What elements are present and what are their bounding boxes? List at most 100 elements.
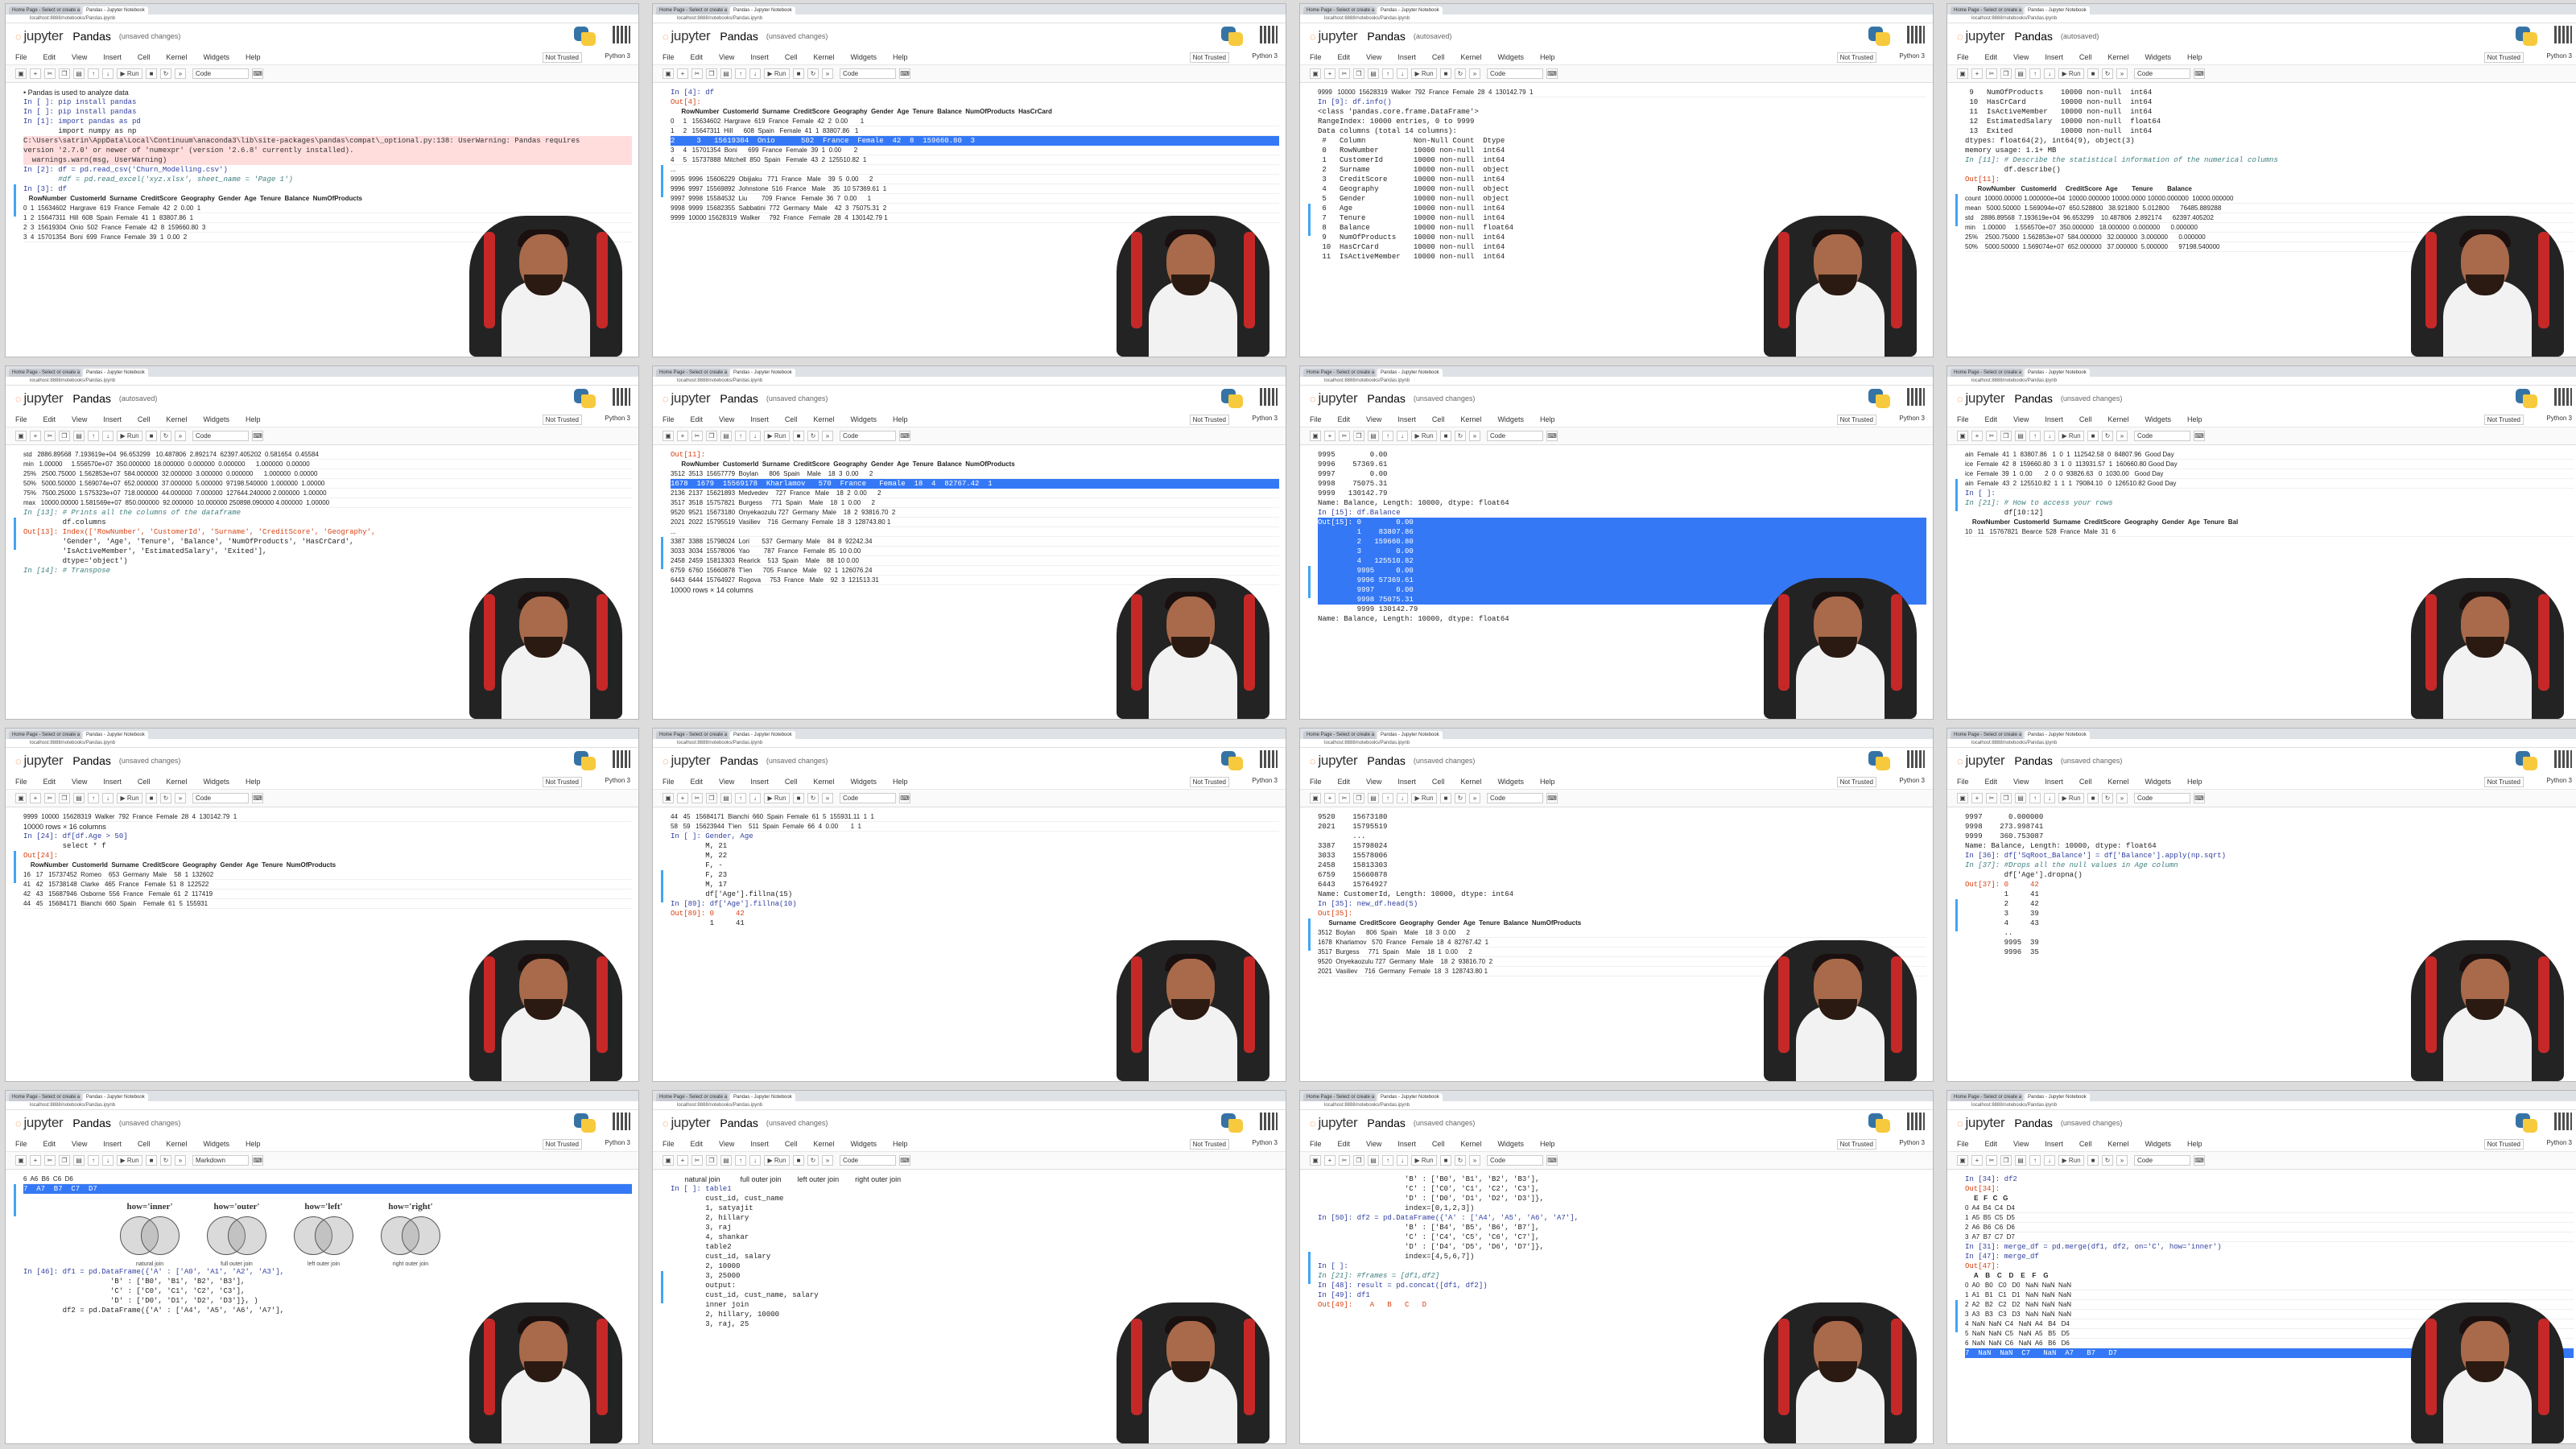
menu-help[interactable]: Help	[893, 1140, 908, 1148]
stop-icon[interactable]: ■	[793, 68, 804, 79]
jupyter-logo[interactable]: ◌ jupyter	[663, 753, 711, 769]
menu-edit[interactable]: Edit	[691, 778, 704, 786]
menu-help[interactable]: Help	[893, 53, 908, 61]
paste-icon[interactable]: ▤	[2015, 68, 2026, 79]
command-palette-icon[interactable]: ⌨	[899, 431, 910, 441]
address-bar[interactable]: localhost:8888/notebooks/Pandas.ipynb	[1300, 377, 1933, 386]
cut-icon[interactable]: ✂	[44, 793, 56, 803]
restart-icon[interactable]: ↻	[160, 1155, 171, 1166]
paste-icon[interactable]: ▤	[720, 793, 732, 803]
menu-view[interactable]: View	[719, 415, 734, 423]
paste-icon[interactable]: ▤	[73, 1155, 85, 1166]
save-icon[interactable]: ▣	[15, 68, 27, 79]
add-cell-icon[interactable]: +	[677, 1155, 688, 1166]
stop-icon[interactable]: ■	[1440, 68, 1451, 79]
paste-icon[interactable]: ▤	[1368, 68, 1379, 79]
restart-icon[interactable]: ↻	[2102, 793, 2113, 803]
save-icon[interactable]: ▣	[15, 431, 27, 441]
menu-file[interactable]: File	[15, 53, 27, 61]
browser-tab-home[interactable]: Home Page - Select or create a	[1303, 6, 1376, 14]
jupyter-logo[interactable]: ◌ jupyter	[663, 390, 711, 407]
not-trusted-badge[interactable]: Not Trusted	[542, 415, 582, 425]
jupyter-logo[interactable]: ◌ jupyter	[15, 1115, 64, 1131]
cut-icon[interactable]: ✂	[1986, 68, 1997, 79]
cell-type-select[interactable]: Code	[192, 793, 249, 803]
menu-cell[interactable]: Cell	[138, 415, 151, 423]
browser-tab-home[interactable]: Home Page - Select or create a	[9, 1093, 81, 1101]
menu-kernel[interactable]: Kernel	[166, 1140, 187, 1148]
restart-icon[interactable]: ↻	[2102, 431, 2113, 441]
move-up-icon[interactable]: ↑	[1382, 793, 1393, 803]
browser-tab-home[interactable]: Home Page - Select or create a	[656, 369, 729, 377]
cut-icon[interactable]: ✂	[691, 793, 703, 803]
move-up-icon[interactable]: ↑	[88, 68, 99, 79]
menu-help[interactable]: Help	[2187, 778, 2202, 786]
cell-type-select[interactable]: Code	[840, 1155, 896, 1166]
notebook-title[interactable]: Pandas	[72, 754, 110, 767]
jupyter-logo[interactable]: ◌ jupyter	[1957, 1115, 2005, 1131]
menu-widgets[interactable]: Widgets	[2145, 1140, 2171, 1148]
command-palette-icon[interactable]: ⌨	[252, 68, 263, 79]
menu-edit[interactable]: Edit	[1985, 415, 1998, 423]
command-palette-icon[interactable]: ⌨	[252, 431, 263, 441]
cut-icon[interactable]: ✂	[1339, 793, 1350, 803]
menu-cell[interactable]: Cell	[2079, 1140, 2092, 1148]
browser-tab-notebook[interactable]: Pandas - Jupyter Notebook	[1377, 1093, 1443, 1101]
run-button[interactable]: ▶ Run	[2058, 68, 2084, 79]
menu-kernel[interactable]: Kernel	[2107, 778, 2128, 786]
command-palette-icon[interactable]: ⌨	[2194, 793, 2205, 803]
cell-prompt-line[interactable]: In [31]: merge_df = pd.merge(df1, df2, o…	[1965, 1242, 2574, 1252]
move-down-icon[interactable]: ↓	[2044, 431, 2055, 441]
menu-help[interactable]: Help	[246, 53, 261, 61]
stop-icon[interactable]: ■	[146, 793, 157, 803]
browser-tab-notebook[interactable]: Pandas - Jupyter Notebook	[1377, 369, 1443, 377]
move-up-icon[interactable]: ↑	[88, 1155, 99, 1166]
paste-icon[interactable]: ▤	[720, 1155, 732, 1166]
add-cell-icon[interactable]: +	[1971, 431, 1983, 441]
menu-insert[interactable]: Insert	[1397, 53, 1416, 61]
move-down-icon[interactable]: ↓	[102, 793, 114, 803]
menu-kernel[interactable]: Kernel	[1460, 1140, 1481, 1148]
restart-icon[interactable]: ↻	[1455, 793, 1466, 803]
not-trusted-badge[interactable]: Not Trusted	[2483, 52, 2524, 63]
notebook-title[interactable]: Pandas	[1367, 392, 1405, 405]
move-down-icon[interactable]: ↓	[1397, 431, 1408, 441]
browser-tab-home[interactable]: Home Page - Select or create a	[1951, 6, 2023, 14]
save-icon[interactable]: ▣	[663, 431, 674, 441]
jupyter-logo[interactable]: ◌ jupyter	[663, 28, 711, 44]
cell-prompt-line[interactable]: In [46]: df1 = pd.DataFrame({'A' : ['A0'…	[23, 1267, 632, 1277]
cell-prompt-line[interactable]: In [24]: df[df.Age > 50]	[23, 832, 632, 841]
menu-kernel[interactable]: Kernel	[1460, 415, 1481, 423]
notebook-title[interactable]: Pandas	[720, 754, 758, 767]
fast-forward-icon[interactable]: »	[1469, 431, 1480, 441]
menu-view[interactable]: View	[719, 778, 734, 786]
paste-icon[interactable]: ▤	[2015, 431, 2026, 441]
notebook-title[interactable]: Pandas	[1367, 30, 1405, 43]
browser-tab-notebook[interactable]: Pandas - Jupyter Notebook	[83, 6, 148, 14]
address-bar[interactable]: localhost:8888/notebooks/Pandas.ipynb	[1947, 377, 2576, 386]
stop-icon[interactable]: ■	[2087, 431, 2099, 441]
cell-type-select[interactable]: Code	[840, 793, 896, 803]
cell-type-select[interactable]: Code	[1487, 68, 1543, 79]
move-up-icon[interactable]: ↑	[1382, 431, 1393, 441]
cut-icon[interactable]: ✂	[1986, 431, 1997, 441]
save-icon[interactable]: ▣	[1310, 1155, 1321, 1166]
jupyter-logo[interactable]: ◌ jupyter	[1957, 390, 2005, 407]
jupyter-logo[interactable]: ◌ jupyter	[1957, 28, 2005, 44]
copy-icon[interactable]: ❐	[59, 1155, 70, 1166]
menu-kernel[interactable]: Kernel	[813, 1140, 834, 1148]
address-bar[interactable]: localhost:8888/notebooks/Pandas.ipynb	[6, 1101, 638, 1110]
move-down-icon[interactable]: ↓	[2044, 68, 2055, 79]
move-up-icon[interactable]: ↑	[2029, 68, 2041, 79]
menu-widgets[interactable]: Widgets	[850, 778, 877, 786]
fast-forward-icon[interactable]: »	[2116, 793, 2128, 803]
fast-forward-icon[interactable]: »	[2116, 68, 2128, 79]
command-palette-icon[interactable]: ⌨	[252, 1155, 263, 1166]
address-bar[interactable]: localhost:8888/notebooks/Pandas.ipynb	[6, 377, 638, 386]
menu-kernel[interactable]: Kernel	[2107, 1140, 2128, 1148]
cell-prompt-line[interactable]: In [4]: df	[671, 88, 1279, 97]
restart-icon[interactable]: ↻	[1455, 1155, 1466, 1166]
cell-prompt-line[interactable]: In [ ]:	[1965, 489, 2574, 498]
cell-type-select[interactable]: Markdown	[192, 1155, 249, 1166]
move-up-icon[interactable]: ↑	[88, 793, 99, 803]
